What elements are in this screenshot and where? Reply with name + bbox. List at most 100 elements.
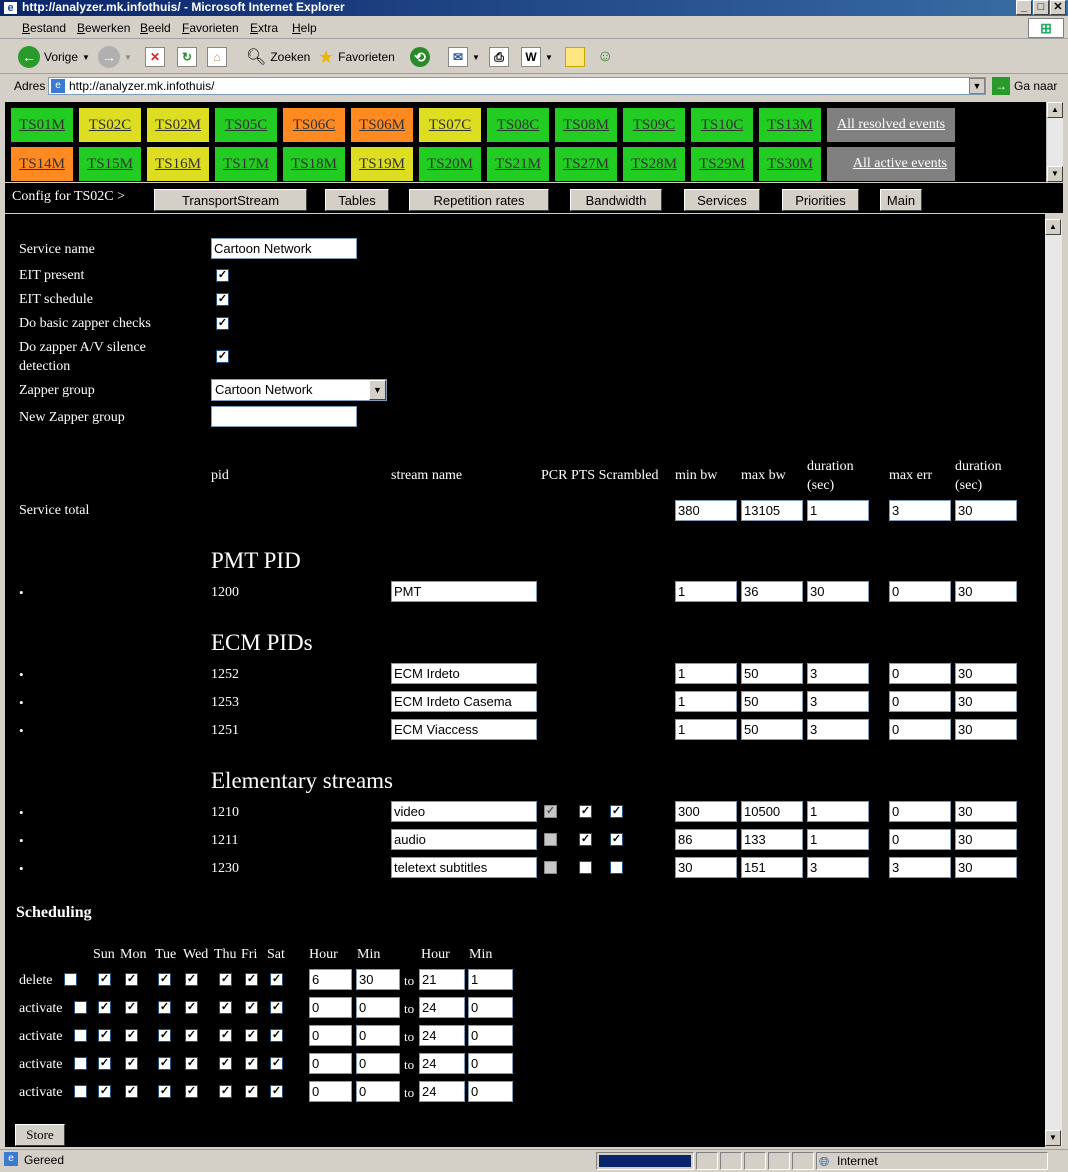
ts-button-ts15m[interactable]: TS15M: [79, 147, 141, 181]
stream-name-input[interactable]: ECM Irdeto: [391, 663, 537, 684]
duration2-input[interactable]: 30: [955, 801, 1017, 822]
ts-button-ts06c[interactable]: TS06C: [283, 108, 345, 142]
day-checkbox-wed[interactable]: ✓: [185, 1085, 198, 1098]
max-bw-input[interactable]: 133: [741, 829, 803, 850]
chevron-down-icon[interactable]: ▼: [369, 380, 386, 400]
day-checkbox-fri[interactable]: ✓: [245, 1085, 258, 1098]
main-button[interactable]: Main: [880, 189, 922, 211]
duration-input[interactable]: 3: [807, 691, 869, 712]
ts-button-ts07c[interactable]: TS07C: [419, 108, 481, 142]
refresh-button[interactable]: ↻: [177, 44, 197, 70]
scrambled-checkbox[interactable]: [610, 861, 623, 874]
tables-button[interactable]: Tables: [325, 189, 389, 211]
duration-input[interactable]: 3: [807, 719, 869, 740]
start-hour-input[interactable]: 0: [309, 1081, 352, 1102]
menu-bewerken[interactable]: Bewerken: [77, 21, 130, 35]
search-button[interactable]: 🔍︎ Zoeken: [246, 44, 310, 70]
stream-name-input[interactable]: video: [391, 801, 537, 822]
service-name-input[interactable]: Cartoon Network: [211, 238, 357, 259]
ts-button-ts08c[interactable]: TS08C: [487, 108, 549, 142]
max-err-input[interactable]: 0: [889, 581, 951, 602]
duration-input[interactable]: 1: [807, 829, 869, 850]
bandwidth-button[interactable]: Bandwidth: [570, 189, 662, 211]
ts-button-ts18m[interactable]: TS18M: [283, 147, 345, 181]
discuss-button[interactable]: [565, 44, 585, 70]
day-checkbox-fri[interactable]: ✓: [245, 1057, 258, 1070]
schedule-enable-checkbox[interactable]: [64, 973, 77, 986]
menu-help[interactable]: Help: [292, 21, 317, 35]
total-duration-input[interactable]: 1: [807, 500, 869, 521]
print-button[interactable]: ⎙: [489, 44, 509, 70]
max-bw-input[interactable]: 50: [741, 691, 803, 712]
scroll-down-icon[interactable]: ▼: [1047, 166, 1063, 182]
go-button[interactable]: → Ga naar: [992, 77, 1057, 95]
min-bw-input[interactable]: 1: [675, 719, 737, 740]
menu-bestand[interactable]: Bestand: [22, 21, 66, 35]
max-bw-input[interactable]: 50: [741, 719, 803, 740]
close-button[interactable]: ✕: [1050, 0, 1066, 15]
day-checkbox-mon[interactable]: ✓: [125, 1001, 138, 1014]
end-min-input[interactable]: 0: [468, 1053, 513, 1074]
min-bw-input[interactable]: 86: [675, 829, 737, 850]
day-checkbox-sun[interactable]: ✓: [98, 1029, 111, 1042]
ts-button-ts01m[interactable]: TS01M: [11, 108, 73, 142]
end-hour-input[interactable]: 24: [419, 1053, 465, 1074]
day-checkbox-tue[interactable]: ✓: [158, 1085, 171, 1098]
start-min-input[interactable]: 0: [356, 997, 400, 1018]
menu-beeld[interactable]: Beeld: [140, 21, 171, 35]
priorities-button[interactable]: Priorities: [782, 189, 859, 211]
pts-checkbox[interactable]: ✓: [579, 805, 592, 818]
start-hour-input[interactable]: 6: [309, 969, 352, 990]
start-hour-input[interactable]: 0: [309, 997, 352, 1018]
home-button[interactable]: ⌂: [207, 44, 227, 70]
max-bw-input[interactable]: 36: [741, 581, 803, 602]
zapper-checks-checkbox[interactable]: ✓: [216, 317, 229, 330]
day-checkbox-wed[interactable]: ✓: [185, 1029, 198, 1042]
forward-button[interactable]: → ▼: [98, 44, 132, 70]
total-max-err-input[interactable]: 3: [889, 500, 951, 521]
day-checkbox-sun[interactable]: ✓: [98, 1001, 111, 1014]
edit-button[interactable]: W ▼: [521, 44, 553, 70]
zapper-av-checkbox[interactable]: ✓: [216, 350, 229, 363]
all-active-events-link[interactable]: All active events: [827, 147, 955, 181]
zapper-group-select[interactable]: Cartoon Network ▼: [211, 379, 387, 401]
all-resolved-events-link[interactable]: All resolved events: [827, 108, 955, 142]
pts-checkbox[interactable]: [579, 861, 592, 874]
total-min-bw-input[interactable]: 380: [675, 500, 737, 521]
ts-button-ts16m[interactable]: TS16M: [147, 147, 209, 181]
schedule-enable-checkbox[interactable]: [74, 1001, 87, 1014]
ts-button-ts02c[interactable]: TS02C: [79, 108, 141, 142]
min-bw-input[interactable]: 1: [675, 691, 737, 712]
min-bw-input[interactable]: 1: [675, 663, 737, 684]
transportstream-button[interactable]: TransportStream: [154, 189, 307, 211]
duration-input[interactable]: 3: [807, 857, 869, 878]
max-bw-input[interactable]: 50: [741, 663, 803, 684]
back-button[interactable]: ← Vorige ▼: [18, 44, 90, 70]
max-err-input[interactable]: 0: [889, 829, 951, 850]
ts-button-ts10c[interactable]: TS10C: [691, 108, 753, 142]
ts-button-ts29m[interactable]: TS29M: [691, 147, 753, 181]
forward-dropdown-icon[interactable]: ▼: [124, 53, 132, 62]
minimize-button[interactable]: _: [1016, 0, 1032, 15]
ts-button-ts08m[interactable]: TS08M: [555, 108, 617, 142]
scrambled-checkbox[interactable]: ✓: [610, 833, 623, 846]
start-min-input[interactable]: 0: [356, 1081, 400, 1102]
store-button[interactable]: Store: [15, 1124, 65, 1146]
day-checkbox-sat[interactable]: ✓: [270, 973, 283, 986]
end-hour-input[interactable]: 24: [419, 1081, 465, 1102]
stream-name-input[interactable]: PMT: [391, 581, 537, 602]
maximize-button[interactable]: □: [1033, 0, 1049, 15]
duration-input[interactable]: 1: [807, 801, 869, 822]
mail-dropdown-icon[interactable]: ▼: [472, 53, 480, 62]
pts-checkbox[interactable]: ✓: [579, 833, 592, 846]
mail-button[interactable]: ✉ ▼: [448, 44, 480, 70]
day-checkbox-mon[interactable]: ✓: [125, 1029, 138, 1042]
day-checkbox-wed[interactable]: ✓: [185, 1001, 198, 1014]
ts-button-ts02m[interactable]: TS02M: [147, 108, 209, 142]
max-err-input[interactable]: 0: [889, 663, 951, 684]
day-checkbox-sat[interactable]: ✓: [270, 1085, 283, 1098]
end-hour-input[interactable]: 24: [419, 1025, 465, 1046]
ts-button-ts05c[interactable]: TS05C: [215, 108, 277, 142]
ts-button-ts28m[interactable]: TS28M: [623, 147, 685, 181]
max-err-input[interactable]: 0: [889, 719, 951, 740]
